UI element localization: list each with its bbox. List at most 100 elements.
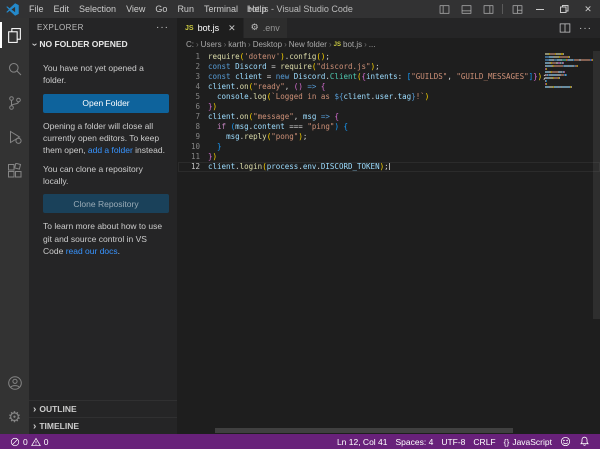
line-number: 1 [178, 52, 208, 62]
code-line: 5 console.log(`Logged in as ${client.use… [178, 92, 600, 102]
title-bar: FileEditSelectionViewGoRunTerminalHelp b… [0, 0, 600, 18]
breadcrumb-item[interactable]: Users [201, 40, 222, 49]
search-icon[interactable] [0, 52, 29, 86]
add-a-folder-link[interactable]: add a folder [88, 145, 133, 155]
line-number: 5 [178, 92, 208, 102]
language-mode-status[interactable]: {} JavaScript [500, 434, 556, 449]
menu-file[interactable]: File [24, 4, 49, 14]
chevron-right-icon: › [33, 404, 36, 415]
breadcrumb-item[interactable]: C: [186, 40, 194, 49]
run-debug-icon[interactable] [0, 120, 29, 154]
breadcrumb-item[interactable]: karth [228, 40, 246, 49]
toggle-panel-icon[interactable] [455, 0, 477, 18]
text-cursor [389, 162, 390, 170]
clone-repository-button[interactable]: Clone Repository [43, 194, 169, 213]
warning-icon [31, 437, 41, 447]
menu-terminal[interactable]: Terminal [199, 4, 243, 14]
account-icon[interactable] [0, 366, 29, 400]
read-our-docs-link[interactable]: read our docs [66, 246, 118, 256]
breadcrumb-item[interactable]: JSbot.js [334, 40, 362, 49]
toggle-secondary-sidebar-icon[interactable] [477, 0, 499, 18]
open-folder-hint: Opening a folder will close all currentl… [43, 120, 169, 157]
breadcrumb-separator: › [224, 40, 227, 49]
toggle-sidebar-icon[interactable] [433, 0, 455, 18]
vertical-scrollbar[interactable] [593, 51, 600, 319]
customize-layout-icon[interactable] [506, 0, 528, 18]
line-number: 2 [178, 62, 208, 72]
docs-text: To learn more about how to use git and s… [43, 220, 169, 257]
code-line: 3const client = new Discord.Client({inte… [178, 72, 600, 82]
error-icon [10, 437, 20, 447]
no-folder-text: You have not yet opened a folder. [43, 62, 169, 87]
titlebar-divider [502, 4, 503, 14]
menu-go[interactable]: Go [150, 4, 172, 14]
source-control-icon[interactable] [0, 86, 29, 120]
close-tab-icon[interactable]: ✕ [228, 23, 236, 34]
cursor-position-status[interactable]: Ln 12, Col 41 [333, 434, 392, 449]
line-number: 4 [178, 82, 208, 92]
timeline-section-header[interactable]: › TIMELINE [29, 417, 177, 434]
menu-help[interactable]: Help [243, 4, 272, 14]
menu-selection[interactable]: Selection [74, 4, 121, 14]
close-button[interactable]: ✕ [576, 0, 600, 18]
line-number: 10 [178, 142, 208, 152]
outline-section-header[interactable]: › OUTLINE [29, 400, 177, 417]
menu-bar: FileEditSelectionViewGoRunTerminalHelp [24, 0, 271, 18]
vscode-logo-icon [6, 3, 19, 16]
code-line: 9 msg.reply("pong"); [178, 132, 600, 142]
settings-gear-icon[interactable]: ⚙ [0, 400, 29, 434]
indentation-status[interactable]: Spaces: 4 [392, 434, 438, 449]
activity-bar: ⚙ [0, 18, 29, 434]
code-editor[interactable]: 1require('dotenv').config();2const Disco… [178, 51, 600, 434]
minimap[interactable] [545, 53, 593, 89]
code-line: 7client.on("message", msg => { [178, 112, 600, 122]
feedback-smiley-icon[interactable] [556, 434, 575, 449]
js-file-icon: JS [185, 25, 194, 32]
tab-label: .env [263, 23, 280, 33]
problems-status[interactable]: 0 0 [6, 434, 52, 449]
explorer-sidebar: EXPLORER ··· › NO FOLDER OPENED You have… [29, 18, 178, 434]
open-folder-button[interactable]: Open Folder [43, 94, 169, 113]
line-number: 11 [178, 152, 208, 162]
tab-bot-js[interactable]: JS bot.js ✕ [178, 18, 244, 38]
tab-label: bot.js [198, 23, 220, 33]
status-bar: 0 0 Ln 12, Col 41 Spaces: 4 UTF-8 CRLF {… [0, 434, 600, 449]
minimize-button[interactable] [528, 0, 552, 18]
menu-edit[interactable]: Edit [49, 4, 75, 14]
sidebar-more-actions[interactable]: ··· [156, 22, 169, 33]
line-number: 7 [178, 112, 208, 122]
breadcrumb-separator: › [248, 40, 251, 49]
restore-button[interactable] [552, 0, 576, 18]
sidebar-title: EXPLORER [37, 23, 84, 32]
code-line: 2const Discord = require("discord.js"); [178, 62, 600, 72]
no-folder-section-header[interactable]: › NO FOLDER OPENED [29, 36, 177, 52]
menu-view[interactable]: View [121, 4, 150, 14]
breadcrumb-item[interactable]: ... [369, 40, 376, 49]
breadcrumb-separator: › [329, 40, 332, 49]
split-editor-icon[interactable] [559, 22, 571, 34]
gear-file-icon: ⚙ [251, 23, 259, 33]
encoding-status[interactable]: UTF-8 [437, 434, 469, 449]
breadcrumb-item[interactable]: New folder [289, 40, 327, 49]
breadcrumb-item[interactable]: Desktop [253, 40, 282, 49]
tab-strip: JS bot.js ✕ ⚙ .env [178, 18, 288, 38]
menu-run[interactable]: Run [172, 4, 199, 14]
code-line: 6}) [178, 102, 600, 112]
notifications-bell-icon[interactable] [575, 434, 594, 449]
tab-env[interactable]: ⚙ .env [244, 18, 288, 38]
explorer-icon[interactable] [0, 18, 29, 52]
code-line: 4client.on("ready", () => { [178, 82, 600, 92]
eol-status[interactable]: CRLF [469, 434, 499, 449]
horizontal-scrollbar[interactable] [215, 428, 513, 433]
extensions-icon[interactable] [0, 154, 29, 188]
code-line: 10 } [178, 142, 600, 152]
breadcrumb-separator: › [196, 40, 199, 49]
chevron-down-icon: › [29, 42, 40, 45]
code-line: 11}) [178, 152, 600, 162]
breadcrumb: C:›Users›karth›Desktop›New folder›JSbot.… [178, 38, 600, 51]
code-line: 12client.login(process.env.DISCORD_TOKEN… [178, 162, 600, 172]
code-line: 8 if (msg.content === "ping") { [178, 122, 600, 132]
line-number: 3 [178, 72, 208, 82]
breadcrumb-separator: › [364, 40, 367, 49]
editor-more-actions[interactable]: ··· [579, 23, 592, 34]
